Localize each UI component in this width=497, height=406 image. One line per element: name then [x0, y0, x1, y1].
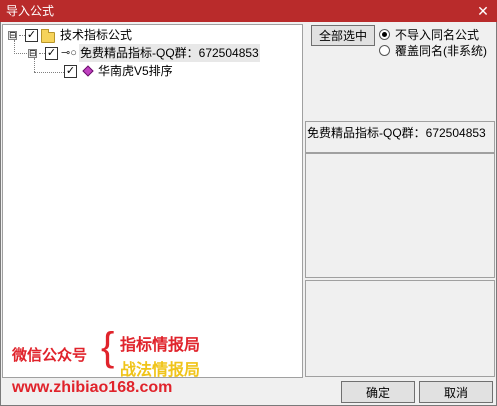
tree-node-label[interactable]: 免费精品指标-QQ群：672504853	[79, 44, 260, 62]
tree-connector	[14, 40, 15, 54]
close-icon[interactable]: ✕	[472, 2, 494, 20]
formula-description-box	[305, 153, 495, 278]
tree-connector	[34, 58, 35, 72]
selected-formula-name: 免费精品指标-QQ群：672504853	[305, 121, 495, 153]
select-all-button[interactable]: 全部选中	[311, 25, 375, 46]
radio-button-checked[interactable]	[379, 29, 390, 40]
root-checkbox[interactable]: ✓	[25, 29, 38, 42]
promo-wechat-label: 微信公众号	[12, 347, 88, 364]
formula-detail-box	[305, 280, 495, 377]
tree-connector	[34, 72, 64, 73]
diamond-icon	[82, 65, 94, 77]
options-panel: 全部选中 不导入同名公式 覆盖同名(非系统)	[306, 24, 495, 119]
tree-node-label[interactable]: 华南虎V5排序	[98, 62, 173, 80]
promo-url: www.zhibiao168.com	[12, 379, 173, 396]
collapse-icon[interactable]: ⊟	[8, 31, 17, 40]
key-icon: ⊸○	[61, 47, 77, 59]
collapse-icon[interactable]: ⊟	[28, 49, 37, 58]
promo-brace: {	[101, 325, 115, 369]
title-bar: 导入公式 ✕	[0, 0, 497, 22]
item-checkbox[interactable]: ✓	[64, 65, 77, 78]
promo-line-1: 指标情报局	[120, 337, 201, 354]
folder-icon	[41, 29, 55, 43]
tree-node-label[interactable]: 技术指标公式	[60, 26, 132, 44]
cancel-button[interactable]: 取消	[419, 381, 493, 403]
window-title: 导入公式	[6, 4, 55, 18]
radio-label[interactable]: 覆盖同名(非系统)	[395, 43, 487, 59]
radio-label[interactable]: 不导入同名公式	[395, 27, 479, 43]
promo-line-2: 战法情报局	[120, 362, 201, 379]
ok-button[interactable]: 确定	[341, 381, 415, 403]
formula-tree[interactable]: ⊟ ✓ 技术指标公式 ⊟ ✓ ⊸○ 免费精品指标-QQ群：672504853 ✓…	[2, 24, 303, 378]
radio-button[interactable]	[379, 45, 390, 56]
tree-connector	[14, 53, 27, 54]
group-checkbox[interactable]: ✓	[45, 47, 58, 60]
